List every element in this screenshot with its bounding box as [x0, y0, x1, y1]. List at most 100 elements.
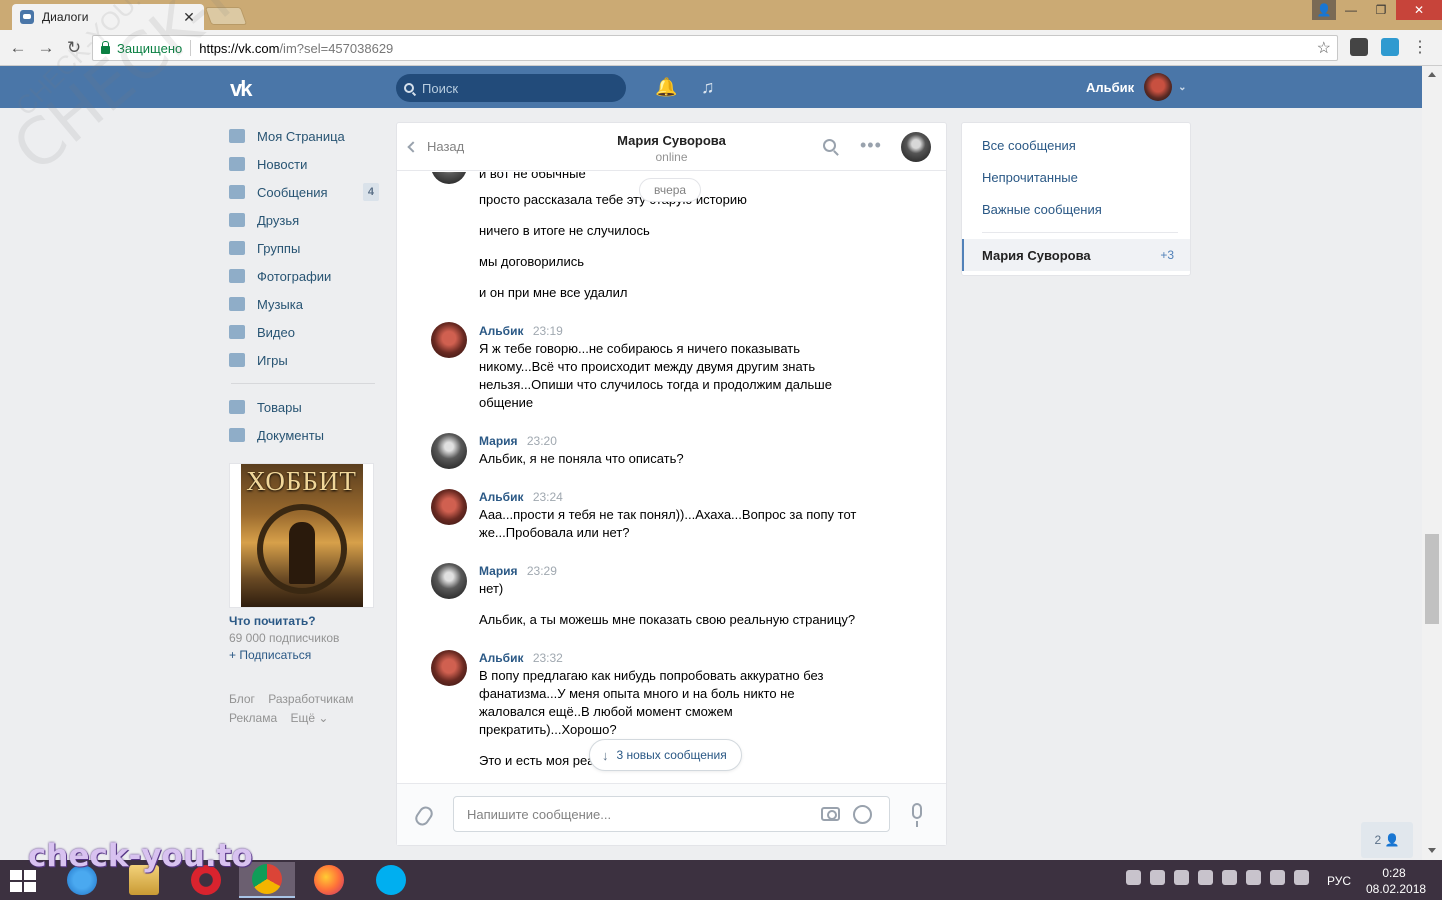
emoji-icon[interactable] [853, 805, 872, 824]
message-avatar[interactable] [431, 322, 467, 358]
sidebar-item-games[interactable]: Игры [229, 346, 379, 374]
tray-tools-icon[interactable] [1174, 870, 1189, 885]
message-text: Это и есть моя реа [479, 753, 595, 768]
sidebar-item-music[interactable]: Музыка [229, 290, 379, 318]
online-friends-button[interactable]: 2 👤 [1361, 822, 1413, 858]
message-author[interactable]: Альбик [479, 490, 523, 504]
new-tab-button[interactable] [204, 7, 248, 25]
taskbar-skype-icon[interactable] [363, 862, 419, 898]
message-avatar[interactable] [431, 489, 467, 525]
reload-icon[interactable]: ↻ [64, 38, 84, 58]
footer-dev-link[interactable]: Разработчикам [268, 692, 353, 706]
tray-shield-icon[interactable] [1198, 870, 1213, 885]
tray-viber-icon[interactable] [1126, 870, 1141, 885]
message-text: Ааа...прости я тебя не так понял))...Аха… [479, 506, 856, 542]
extension-shield-icon[interactable] [1381, 38, 1399, 56]
taskbar-chrome-icon[interactable] [239, 862, 295, 898]
vk-search-input[interactable] [422, 80, 612, 96]
sidebar-item-photos[interactable]: Фотографии [229, 262, 379, 290]
sidebar-item-messages[interactable]: Сообщения 4 [229, 178, 379, 206]
taskbar-firefox-icon[interactable] [301, 862, 357, 898]
sidebar-item-label: Фотографии [257, 268, 332, 284]
profile-icon[interactable]: 👤 [1312, 0, 1336, 20]
promo-image[interactable]: ХОББИТ [229, 463, 374, 608]
market-icon [229, 400, 245, 414]
camera-icon[interactable] [821, 807, 840, 821]
microphone-icon[interactable] [912, 803, 922, 827]
windows-start-icon[interactable] [10, 870, 36, 892]
message-avatar[interactable] [431, 563, 467, 599]
news-icon [229, 157, 245, 171]
home-icon [229, 129, 245, 143]
tray-network-icon[interactable] [1270, 870, 1285, 885]
sidebar-item-video[interactable]: Видео [229, 318, 379, 346]
more-options-icon[interactable]: ••• [860, 135, 882, 156]
chat-search-icon[interactable] [823, 139, 836, 152]
message-author[interactable]: Альбик [479, 651, 523, 665]
bookmark-star-icon[interactable]: ☆ [1317, 38, 1331, 58]
vk-search-box[interactable] [396, 74, 626, 102]
active-dialog-item[interactable]: Мария Суворова +3 [962, 239, 1190, 271]
sidebar-item-my-page[interactable]: Моя Страница [229, 122, 379, 150]
taskbar-explorer-icon[interactable] [116, 862, 172, 898]
filter-all-messages[interactable]: Все сообщения [982, 138, 1076, 153]
message-avatar[interactable] [431, 433, 467, 469]
scroll-down-icon[interactable] [1428, 848, 1436, 853]
footer-more-link[interactable]: Ещё ⌄ [290, 711, 328, 725]
message-history[interactable]: и вот не обычные просто рассказала тебе … [397, 172, 946, 782]
promo-title[interactable]: Что почитать? [229, 614, 374, 628]
taskbar-ie-icon[interactable] [54, 862, 110, 898]
filter-unread[interactable]: Непрочитанные [982, 170, 1078, 185]
message-text: нет) [479, 580, 503, 598]
tray-vpn-icon[interactable] [1150, 870, 1165, 885]
browser-menu-icon[interactable]: ⋮ [1412, 38, 1428, 58]
tab-close-icon[interactable]: ✕ [182, 9, 196, 26]
paperclip-icon[interactable] [412, 803, 436, 829]
sidebar-item-documents[interactable]: Документы [229, 421, 379, 449]
sidebar-item-news[interactable]: Новости [229, 150, 379, 178]
message-avatar[interactable] [431, 172, 467, 184]
tray-flag-icon[interactable] [1246, 870, 1261, 885]
message-text: и он при мне все удалил [479, 285, 628, 300]
message-author[interactable]: Мария [479, 434, 518, 448]
tray-skype-icon[interactable] [1222, 870, 1237, 885]
new-messages-button[interactable]: ↓ 3 новых сообщения [589, 739, 742, 771]
notifications-bell-icon[interactable]: 🔔 [655, 77, 677, 98]
taskbar-clock[interactable]: 0:28 08.02.2018 [1366, 865, 1426, 897]
message-author[interactable]: Мария [479, 564, 518, 578]
message-line: прекратить)...Хорошо? [479, 722, 617, 737]
minimize-button[interactable]: — [1336, 0, 1366, 20]
back-arrow-icon[interactable]: ← [8, 38, 28, 58]
header-user-menu[interactable]: Альбик ⌄ [1086, 72, 1187, 102]
promo-subscribe-link[interactable]: + Подписаться [229, 648, 374, 662]
message-author[interactable]: Альбик [479, 324, 523, 338]
language-indicator[interactable]: РУС [1327, 874, 1351, 888]
footer-links: Блог Разработчикам Реклама Ещё ⌄ [229, 690, 379, 728]
scroll-up-icon[interactable] [1428, 72, 1436, 77]
url-path: /im?sel=457038629 [279, 40, 394, 56]
footer-blog-link[interactable]: Блог [229, 692, 255, 706]
sidebar-item-market[interactable]: Товары [229, 393, 379, 421]
browser-tab[interactable]: Диалоги ✕ [12, 4, 204, 30]
peer-avatar[interactable] [901, 132, 931, 162]
filter-important[interactable]: Важные сообщения [982, 202, 1102, 217]
address-bar[interactable]: Защищено https://vk.com /im?sel=45703862… [92, 35, 1338, 61]
tray-volume-icon[interactable] [1294, 870, 1309, 885]
taskbar-opera-icon[interactable] [178, 862, 234, 898]
forward-arrow-icon[interactable]: → [36, 38, 56, 58]
close-window-button[interactable]: ✕ [1396, 0, 1442, 20]
extension-icon[interactable] [1350, 38, 1368, 56]
music-note-icon[interactable]: ♫ [701, 77, 715, 98]
scrollbar-thumb[interactable] [1425, 534, 1439, 624]
sidebar-item-friends[interactable]: Друзья [229, 206, 379, 234]
restore-button[interactable]: ❐ [1366, 0, 1396, 20]
message-header: Альбик 23:32 [479, 651, 563, 665]
message-line: В попу предлагаю как нибудь попробовать … [479, 668, 824, 683]
message-line: Альбик, я не поняла что описать? [479, 451, 684, 466]
vk-logo[interactable]: vk [230, 76, 264, 101]
message-avatar[interactable] [431, 650, 467, 686]
new-messages-label: 3 новых сообщения [616, 748, 727, 762]
sidebar-item-groups[interactable]: Группы [229, 234, 379, 262]
footer-ads-link[interactable]: Реклама [229, 711, 277, 725]
page-scrollbar[interactable] [1422, 66, 1442, 860]
